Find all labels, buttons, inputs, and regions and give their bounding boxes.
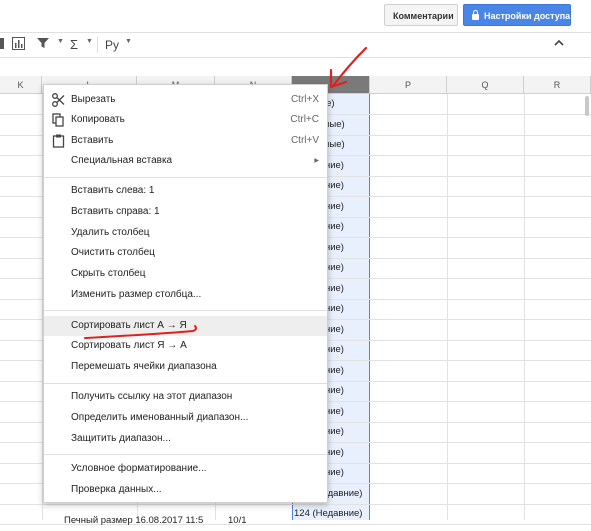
menu-item-label: Сортировать лист Я → А [71, 340, 187, 351]
vertical-scrollbar[interactable] [585, 96, 589, 116]
menu-item-label: Условное форматирование... [71, 463, 207, 474]
chart-icon[interactable] [12, 37, 25, 53]
menu-divider [44, 310, 327, 311]
submenu-arrow-icon: ▶ [314, 158, 319, 164]
menu-item-get-link[interactable]: Получить ссылку на этот диапазон [44, 387, 327, 407]
menu-item-paste[interactable]: Вставить Ctrl+V [44, 131, 327, 151]
menu-item-label: Перемешать ячейки диапазона [71, 361, 217, 372]
menu-item-hide-column[interactable]: Скрыть столбец [44, 264, 327, 284]
menu-item-label: Получить ссылку на этот диапазон [71, 391, 233, 402]
cell-o[interactable]: 124 (Недавние) [294, 504, 368, 524]
functions-dropdown-icon[interactable]: ▼ [86, 38, 93, 45]
shortcut-text: Ctrl+C [290, 114, 319, 125]
column-header-k[interactable]: K [0, 76, 42, 94]
filter-icon[interactable] [37, 37, 49, 53]
context-menu: Вырезать Ctrl+X Копировать Ctrl+C Встави… [43, 84, 328, 503]
lock-icon [472, 10, 479, 20]
functions-button[interactable]: Σ [70, 37, 78, 53]
copy-icon [52, 113, 65, 127]
top-bar: Комментарии Настройки доступа [0, 0, 591, 32]
cell-n-bottom[interactable]: 10/1 [228, 511, 258, 531]
menu-divider [44, 177, 327, 178]
menu-item-delete-column[interactable]: Удалить столбец [44, 223, 327, 243]
column-header-r[interactable]: R [524, 76, 591, 94]
menu-item-clear-column[interactable]: Очистить столбец [44, 243, 327, 263]
scissors-icon [52, 93, 65, 107]
cell-l-bottom[interactable]: Печный размер 16.08.2017 11:5 [64, 511, 224, 531]
menu-item-label: Защитить диапазон... [71, 433, 171, 444]
menu-item-label: Изменить размер столбца... [71, 289, 202, 300]
clipboard-icon [52, 134, 65, 148]
comments-button[interactable]: Комментарии [384, 4, 458, 26]
menu-item-label: Вставить справа: 1 [71, 206, 160, 217]
menu-item-label: Удалить столбец [71, 227, 150, 238]
chevron-up-icon[interactable] [553, 37, 565, 53]
menu-item-shuffle-range[interactable]: Перемешать ячейки диапазона [44, 357, 327, 377]
shortcut-text: Ctrl+V [290, 135, 319, 146]
input-tools-dropdown-icon[interactable]: ▼ [125, 38, 132, 45]
menu-item-paste-special[interactable]: Специальная вставка ▶ [44, 151, 327, 171]
comment-icon[interactable] [0, 37, 6, 53]
menu-item-cut[interactable]: Вырезать Ctrl+X [44, 90, 327, 110]
menu-item-label: Очистить столбец [71, 247, 155, 258]
menu-item-label: Специальная вставка [71, 155, 173, 166]
menu-item-data-validation[interactable]: Проверка данных... [44, 480, 327, 500]
menu-divider [44, 454, 327, 455]
menu-item-label: Проверка данных... [71, 484, 162, 495]
menu-item-label: Вставить слева: 1 [71, 185, 155, 196]
menu-item-resize-column[interactable]: Изменить размер столбца... [44, 285, 327, 305]
menu-item-label: Вырезать [71, 94, 116, 105]
menu-item-conditional-formatting[interactable]: Условное форматирование... [44, 459, 327, 479]
menu-item-label: Вставить [71, 135, 114, 146]
column-header-p[interactable]: P [370, 76, 447, 94]
input-tools-button[interactable]: Ру [105, 37, 119, 53]
toolbar-divider [97, 37, 98, 53]
menu-item-sort-az[interactable]: Сортировать лист А → Я [44, 316, 327, 336]
menu-item-insert-left[interactable]: Вставить слева: 1 [44, 181, 327, 201]
filter-dropdown-icon[interactable]: ▼ [57, 38, 64, 45]
column-header-q[interactable]: Q [447, 76, 524, 94]
menu-item-insert-right[interactable]: Вставить справа: 1 [44, 202, 327, 222]
menu-item-label: Определить именованный диапазон... [71, 412, 249, 423]
shortcut-text: Ctrl+X [290, 94, 319, 105]
share-button[interactable]: Настройки доступа [463, 4, 571, 26]
menu-divider [44, 383, 327, 384]
menu-item-named-range[interactable]: Определить именованный диапазон... [44, 408, 327, 428]
menu-item-label: Копировать [71, 114, 125, 125]
toolbar: ▼ Σ ▼ Ру ▼ [0, 32, 591, 58]
menu-item-protect-range[interactable]: Защитить диапазон... [44, 429, 327, 449]
menu-item-sort-za[interactable]: Сортировать лист Я → А [44, 336, 327, 356]
share-button-label: Настройки доступа [484, 11, 571, 21]
menu-item-label: Скрыть столбец [71, 268, 146, 279]
menu-item-copy[interactable]: Копировать Ctrl+C [44, 110, 327, 130]
menu-item-label: Сортировать лист А → Я [71, 320, 187, 331]
